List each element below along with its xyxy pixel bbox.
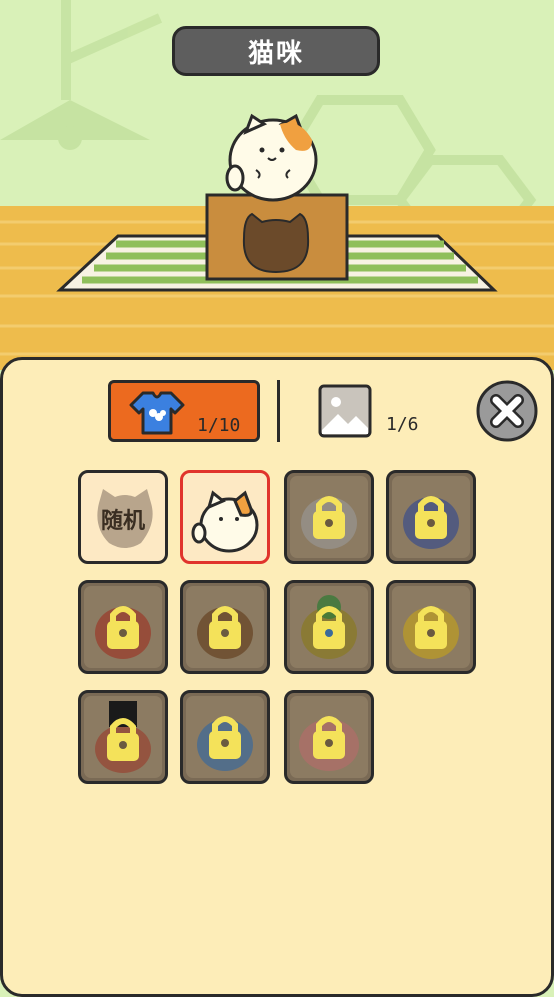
wardrobe-panel [0,357,554,997]
outfit-slot-builder[interactable] [180,690,270,784]
lock-icon [95,701,151,773]
lock-icon [403,496,459,549]
outfit-slot-red[interactable] [78,580,168,674]
outfit-slot-bee[interactable] [386,580,476,674]
outfit-slot-frog[interactable] [284,580,374,674]
outfit-slot-random[interactable]: 随机 [78,470,168,564]
outfit-slot-detective[interactable] [180,580,270,674]
lock-icon [197,606,253,659]
outfit-slot-robot[interactable] [284,470,374,564]
lock-icon [301,496,357,549]
outfit-slot-calico[interactable] [180,470,270,564]
tshirt-icon [129,389,185,437]
lock-icon [301,595,357,659]
lock-icon [403,606,459,659]
calico-cat-icon [191,490,259,553]
close-icon [476,380,538,442]
backgrounds-count: 1/6 [386,414,419,435]
outfit-slot-hat[interactable] [78,690,168,784]
lock-icon [197,716,253,771]
outfit-slot-flower[interactable] [284,690,374,784]
outfits-count: 1/10 [197,415,241,436]
lock-icon [95,606,151,659]
outfit-slot-dragon[interactable] [386,470,476,564]
tab-divider [277,380,280,442]
page-title: 猫咪 [172,26,380,76]
tab-backgrounds[interactable]: 1/6 [318,384,438,442]
lock-icon [299,716,359,771]
random-label: 随机 [100,509,145,534]
tab-outfits[interactable]: 1/10 [108,380,260,442]
picture-icon [318,384,372,438]
close-button[interactable] [476,380,538,442]
